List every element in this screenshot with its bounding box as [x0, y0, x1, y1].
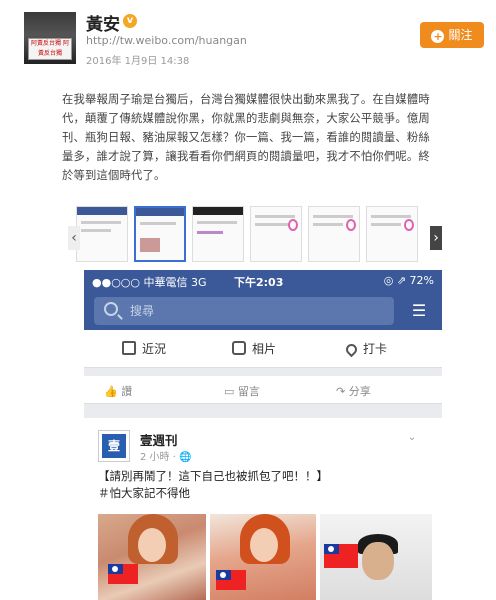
facebook-top-bar: 搜尋 ☰ — [84, 292, 442, 330]
comment-label: 留言 — [237, 385, 260, 398]
plus-icon: + — [431, 30, 445, 43]
strip-next-arrow[interactable]: › — [430, 226, 442, 250]
post-photo-3[interactable] — [320, 514, 432, 600]
location-pin-icon — [343, 341, 360, 358]
phone-screenshot: ●●○○○ 中華電信 3G 下午2:03 ◎ ⇗ 72% 搜尋 ☰ 近況 相片 … — [84, 270, 442, 600]
search-icon — [104, 302, 118, 316]
thumb-line — [255, 215, 295, 218]
thumbnail[interactable] — [76, 206, 128, 262]
strip-prev-arrow[interactable]: ‹ — [68, 226, 80, 250]
page-avatar-text: 壹 — [102, 434, 126, 458]
page-name[interactable]: 壹週刊 — [140, 430, 178, 449]
thumb-highlight-circle — [404, 219, 414, 231]
thumb-line — [313, 223, 343, 226]
flag-icon — [324, 544, 358, 568]
edit-icon — [122, 341, 136, 355]
thumbnail[interactable] — [192, 206, 244, 262]
post-photo-2[interactable] — [210, 514, 316, 600]
thumb-highlight-circle — [346, 219, 356, 231]
divider — [84, 404, 442, 418]
thumb-line — [197, 231, 223, 234]
thumb-line — [81, 229, 111, 232]
avatar-sign: 阿黃反台獨 阿黃反台獨 — [28, 38, 72, 60]
facebook-post-text: 【請別再鬧了！這下自己也被抓包了吧！！】 ＃怕大家記不得他 — [98, 468, 428, 502]
thumb-header-bar — [136, 208, 184, 216]
facebook-post: 壹 壹週刊 2 小時 · 🌐 ⌄ 【請別再鬧了！這下自己也被抓包了吧！！】 ＃怕… — [84, 418, 442, 600]
photo-figure-face — [250, 528, 278, 562]
photo-figure-face — [362, 542, 394, 580]
page-post-time: 2 小時 · 🌐 — [140, 452, 192, 463]
thumb-header-bar — [77, 207, 127, 215]
follow-label: 關注 — [448, 28, 473, 42]
post-photos — [98, 514, 432, 600]
thumbnail[interactable] — [308, 206, 360, 262]
checkin-label: 打卡 — [363, 342, 388, 356]
search-placeholder: 搜尋 — [130, 304, 155, 318]
thumb-header-bar — [193, 207, 243, 215]
status-label: 近況 — [142, 342, 167, 356]
weibo-header: 阿黃反台獨 阿黃反台獨 黃安 v http://tw.weibo.com/hua… — [0, 0, 496, 80]
thumbnail[interactable] — [250, 206, 302, 262]
thumb-line — [371, 215, 411, 218]
flag-icon — [108, 564, 138, 584]
thumb-photo — [140, 238, 160, 252]
divider — [84, 368, 442, 376]
thumb-line — [255, 223, 289, 226]
like-button[interactable]: 👍 讚 — [104, 383, 132, 399]
checkin-button[interactable]: 打卡 — [343, 340, 388, 358]
carrier-label: ●●○○○ 中華電信 3G — [92, 276, 207, 289]
globe-icon: 🌐 — [179, 452, 192, 463]
friend-requests-icon[interactable]: ☰ — [406, 300, 432, 322]
camera-icon — [232, 341, 246, 355]
search-input[interactable]: 搜尋 — [94, 297, 394, 325]
post-text: 在我舉報周子瑜是台獨后，台灣台獨媒體很快出動來黑我了。在自媒體時代，顛覆了傳統媒… — [62, 93, 430, 182]
post-line-2: ＃怕大家記不得他 — [98, 486, 190, 500]
thumb-highlight-circle — [288, 219, 298, 231]
user-name[interactable]: 黃安 — [86, 10, 120, 35]
thumbnail-selected[interactable] — [134, 206, 186, 262]
post-photo-1[interactable] — [98, 514, 206, 600]
page-avatar[interactable]: 壹 — [98, 430, 130, 462]
thumb-line — [313, 215, 353, 218]
post-timestamp: 2016年 1月9日 14:38 — [86, 56, 190, 67]
photo-label: 相片 — [252, 342, 277, 356]
thumbnail-strip — [66, 206, 442, 262]
status-button[interactable]: 近況 — [122, 340, 166, 357]
share-label: 分享 — [348, 385, 371, 398]
flag-icon — [216, 570, 246, 590]
thumb-line — [81, 221, 121, 224]
user-avatar[interactable]: 阿黃反台獨 阿黃反台獨 — [24, 12, 76, 64]
chevron-down-icon[interactable]: ⌄ — [402, 432, 422, 446]
photo-button[interactable]: 相片 — [232, 340, 276, 357]
thumb-line — [371, 223, 401, 226]
photo-figure-face — [138, 528, 166, 562]
reaction-bar: 👍 讚 ▭ 留言 ↷ 分享 — [84, 376, 442, 404]
thumb-line — [140, 222, 176, 225]
comment-button[interactable]: ▭ 留言 — [224, 383, 260, 399]
verified-icon: v — [123, 14, 137, 28]
follow-button[interactable]: + 關注 — [420, 22, 484, 48]
post-line-1: 【請別再鬧了！這下自己也被抓包了吧！！】 — [98, 469, 328, 483]
status-time: 下午2:03 — [234, 276, 284, 289]
thumbnail[interactable] — [366, 206, 418, 262]
battery-status: ◎ ⇗ 72% — [383, 274, 434, 287]
share-button[interactable]: ↷ 分享 — [336, 383, 371, 399]
status-bar: ●●○○○ 中華電信 3G 下午2:03 ◎ ⇗ 72% — [84, 270, 442, 292]
like-label: 讚 — [121, 385, 133, 398]
composer-bar: 近況 相片 打卡 — [84, 330, 442, 368]
profile-url-link[interactable]: http://tw.weibo.com/huangan — [86, 34, 247, 47]
thumb-line — [197, 221, 237, 224]
